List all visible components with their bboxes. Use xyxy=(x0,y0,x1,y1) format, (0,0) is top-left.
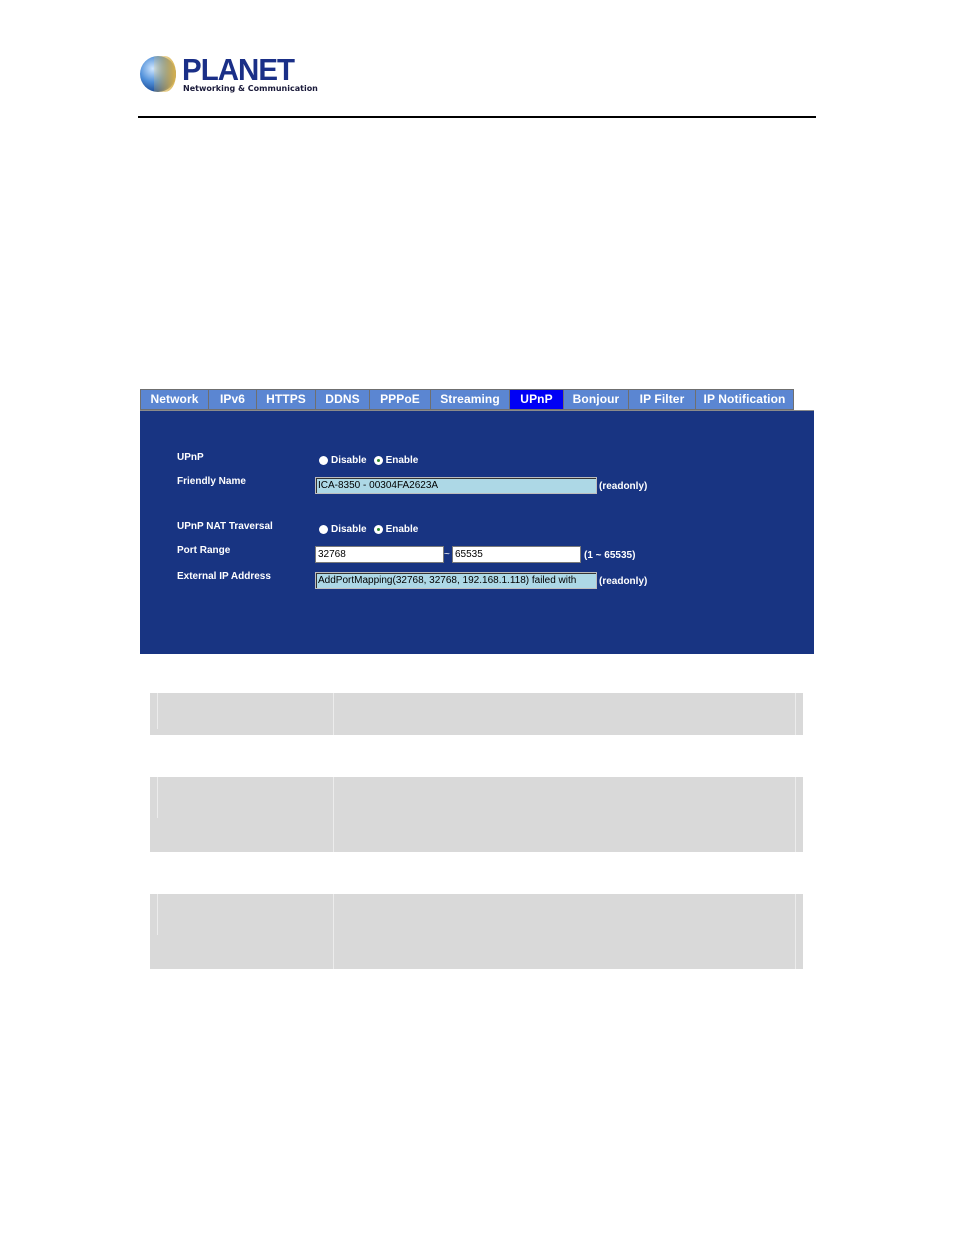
external-ip-label: External IP Address xyxy=(177,571,271,582)
column-divider xyxy=(333,777,334,852)
tab-network[interactable]: Network xyxy=(140,389,209,410)
row-divider xyxy=(795,693,796,735)
tab-ip-filter[interactable]: IP Filter xyxy=(629,389,696,410)
tab-upnp[interactable]: UPnP xyxy=(510,389,564,410)
nat-traversal-radio-group: Disable Enable xyxy=(319,524,422,535)
upnp-enable-radio[interactable] xyxy=(373,456,383,465)
tab-ip-notification[interactable]: IP Notification xyxy=(696,389,794,410)
brand-tagline: Networking & Communication xyxy=(183,84,318,93)
row-divider xyxy=(795,894,796,969)
external-ip-field[interactable]: AddPortMapping(32768, 32768, 192.168.1.1… xyxy=(315,572,597,589)
tab-https[interactable]: HTTPS xyxy=(257,389,316,410)
port-range-hint: (1 ~ 65535) xyxy=(584,550,636,561)
planet-logo: PLANET Networking & Communication xyxy=(138,52,318,96)
row-divider xyxy=(157,693,158,729)
tab-ipv6[interactable]: IPv6 xyxy=(209,389,257,410)
settings-tabs: Network IPv6 HTTPS DDNS PPPoE Streaming … xyxy=(140,389,794,410)
header-rule xyxy=(138,116,816,118)
column-divider xyxy=(333,894,334,969)
port-range-separator: ~ xyxy=(444,549,450,560)
column-divider xyxy=(333,693,334,735)
upnp-disable-radio[interactable] xyxy=(319,456,328,465)
tab-bonjour[interactable]: Bonjour xyxy=(564,389,629,410)
description-table-row-2 xyxy=(150,777,803,852)
nat-enable-radio[interactable] xyxy=(373,525,383,534)
upnp-settings-panel: UPnP Disable Enable Friendly Name ICA-83… xyxy=(140,410,814,654)
planet-globe-icon xyxy=(140,56,176,92)
tab-streaming[interactable]: Streaming xyxy=(431,389,510,410)
tab-ddns[interactable]: DDNS xyxy=(316,389,370,410)
description-table-row-3 xyxy=(150,894,803,969)
row-divider xyxy=(795,777,796,852)
upnp-radio-group: Disable Enable xyxy=(319,455,422,466)
friendly-name-readonly-note: (readonly) xyxy=(599,481,648,492)
row-divider xyxy=(157,777,158,818)
upnp-label: UPnP xyxy=(177,452,204,463)
tab-pppoe[interactable]: PPPoE xyxy=(370,389,431,410)
nat-enable-label[interactable]: Enable xyxy=(386,524,419,535)
upnp-enable-label[interactable]: Enable xyxy=(386,455,419,466)
nat-disable-label[interactable]: Disable xyxy=(331,524,367,535)
description-table-row-1 xyxy=(150,693,803,735)
friendly-name-field[interactable]: ICA-8350 - 00304FA2623A xyxy=(315,477,597,494)
friendly-name-label: Friendly Name xyxy=(177,476,246,487)
port-range-from-input[interactable]: 32768 xyxy=(315,546,444,563)
upnp-disable-label[interactable]: Disable xyxy=(331,455,367,466)
external-ip-readonly-note: (readonly) xyxy=(599,576,648,587)
port-range-to-input[interactable]: 65535 xyxy=(452,546,581,563)
nat-traversal-label: UPnP NAT Traversal xyxy=(177,521,273,532)
brand-name: PLANET xyxy=(182,52,295,87)
row-divider xyxy=(157,894,158,935)
nat-disable-radio[interactable] xyxy=(319,525,328,534)
port-range-label: Port Range xyxy=(177,545,231,556)
